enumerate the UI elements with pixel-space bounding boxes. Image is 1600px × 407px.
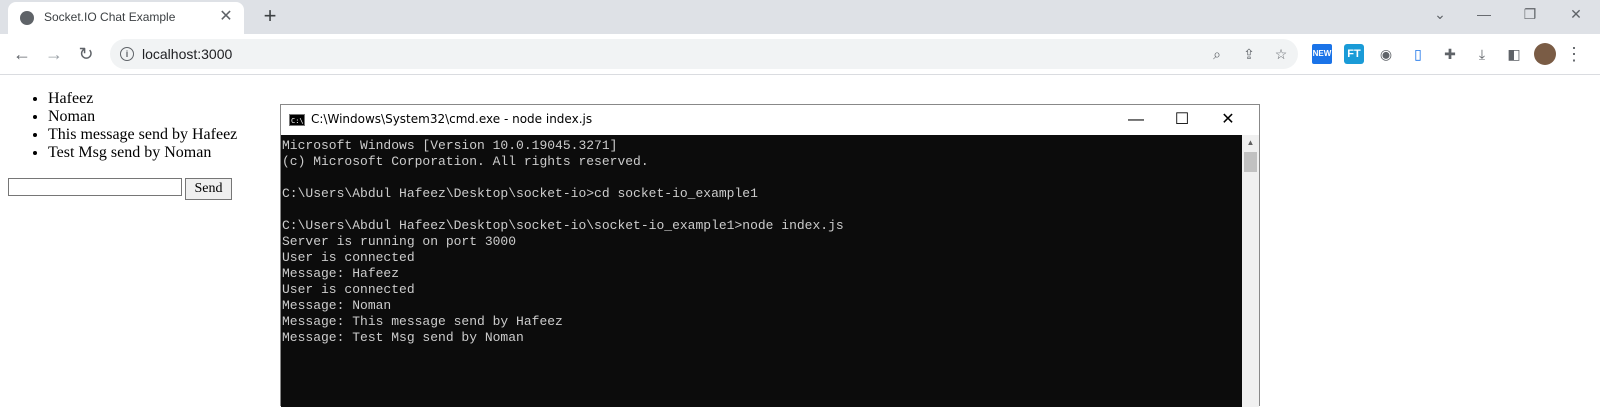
cmd-title: C:\Windows\System32\cmd.exe - node index…: [311, 112, 593, 126]
cmd-minimize-button[interactable]: —: [1113, 105, 1159, 135]
star-icon[interactable]: ☆: [1272, 45, 1290, 63]
back-button[interactable]: ←: [10, 42, 34, 66]
minimize-button[interactable]: —: [1462, 0, 1506, 30]
avatar[interactable]: [1534, 43, 1556, 65]
tab-close-icon[interactable]: ✕: [216, 7, 236, 27]
cmd-titlebar[interactable]: C:\ C:\Windows\System32\cmd.exe - node i…: [281, 105, 1259, 135]
cmd-maximize-button[interactable]: ☐: [1159, 105, 1205, 135]
cmd-output: Microsoft Windows [Version 10.0.19045.32…: [281, 135, 1242, 346]
cmd-window[interactable]: C:\ C:\Windows\System32\cmd.exe - node i…: [280, 104, 1260, 407]
console-line: Message: Test Msg send by Noman: [282, 330, 524, 345]
close-window-button[interactable]: ✕: [1554, 0, 1598, 30]
message-item: Test Msg send by Noman: [48, 144, 237, 162]
tab-search-chevron-icon[interactable]: ⌄: [1418, 0, 1462, 30]
share-icon[interactable]: ⇪: [1240, 45, 1258, 63]
news-extension-icon[interactable]: NEW: [1312, 44, 1332, 64]
console-line: Message: This message send by Hafeez: [282, 314, 563, 329]
restore-button[interactable]: ❐: [1508, 0, 1552, 30]
message-item: Hafeez: [48, 90, 237, 108]
forward-button[interactable]: →: [42, 42, 66, 66]
console-line: C:\Users\Abdul Hafeez\Desktop\socket-io\…: [282, 218, 844, 233]
message-input[interactable]: [8, 178, 182, 196]
scroll-thumb[interactable]: [1244, 152, 1257, 172]
sidepanel-icon[interactable]: ◧: [1504, 44, 1524, 64]
new-tab-button[interactable]: +: [258, 5, 282, 29]
tab-title: Socket.IO Chat Example: [44, 10, 176, 24]
console-line: Microsoft Windows [Version 10.0.19045.32…: [282, 138, 618, 153]
cmd-app-icon: C:\: [289, 114, 305, 126]
cmd-console[interactable]: Microsoft Windows [Version 10.0.19045.32…: [281, 135, 1242, 407]
console-line: C:\Users\Abdul Hafeez\Desktop\socket-io>…: [282, 186, 758, 201]
search-icon[interactable]: ⌕: [1208, 45, 1226, 63]
globe-icon: [20, 11, 34, 25]
cmd-close-button[interactable]: ✕: [1205, 105, 1251, 135]
site-info-icon[interactable]: i: [120, 47, 134, 61]
puzzle-icon[interactable]: ✚: [1440, 44, 1460, 64]
ft-extension-icon[interactable]: FT: [1344, 44, 1364, 64]
scroll-up-icon[interactable]: ▲: [1242, 137, 1259, 149]
console-line: User is connected: [282, 250, 415, 265]
tab-strip: Socket.IO Chat Example ✕ + ⌄ — ❐ ✕: [0, 0, 1600, 34]
console-line: (c) Microsoft Corporation. All rights re…: [282, 154, 649, 169]
console-line: Message: Noman: [282, 298, 392, 313]
cmd-scrollbar[interactable]: ▲: [1242, 135, 1259, 407]
console-line: Message: Hafeez: [282, 266, 400, 281]
reload-button[interactable]: ↻: [74, 42, 98, 66]
send-button[interactable]: Send: [185, 178, 232, 200]
browser-tab[interactable]: Socket.IO Chat Example ✕: [8, 2, 244, 34]
camera-icon[interactable]: ◉: [1376, 44, 1396, 64]
message-item: This message send by Hafeez: [48, 126, 237, 144]
download-icon[interactable]: ⤓: [1472, 44, 1492, 64]
address-bar[interactable]: i localhost:3000 ⌕ ⇪ ☆: [110, 39, 1298, 69]
browser-toolbar: ← → ↻ i localhost:3000 ⌕ ⇪ ☆ NEW FT ◉ ▯ …: [0, 34, 1600, 75]
menu-icon[interactable]: ⋮: [1564, 42, 1584, 66]
console-line: User is connected: [282, 282, 415, 297]
url-text[interactable]: localhost:3000: [142, 46, 232, 62]
message-list: HafeezNomanThis message send by HafeezTe…: [8, 90, 237, 162]
message-item: Noman: [48, 108, 237, 126]
document-extension-icon[interactable]: ▯: [1408, 44, 1428, 64]
console-line: Server is running on port 3000: [282, 234, 517, 249]
